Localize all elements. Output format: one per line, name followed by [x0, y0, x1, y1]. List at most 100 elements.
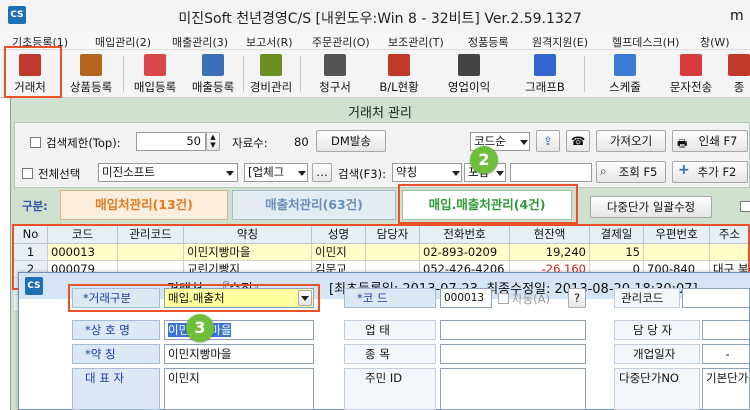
highlight-tab-purchase-sales: [398, 184, 578, 224]
toolbar-label: 상품등록: [69, 80, 113, 94]
client-type-select[interactable]: 매입.매출처: [164, 288, 314, 308]
chevron-down-icon: [298, 171, 306, 176]
auto-code-label: 자동(A): [512, 292, 550, 306]
export-icon[interactable]: ⇪: [536, 130, 560, 152]
toolbar-separator: [123, 56, 124, 92]
company-select[interactable]: 미진소프트: [98, 163, 238, 182]
highlight-toolbar-client: [4, 46, 62, 98]
search-icon: ⌕: [600, 164, 607, 178]
toolbar-more-button[interactable]: 종: [728, 52, 750, 96]
toolbar-label: 청구서: [319, 80, 351, 94]
main-id-input[interactable]: [440, 368, 586, 410]
profit-icon: [458, 54, 480, 76]
search-limit-label: 검색제한(Top):: [46, 136, 121, 150]
dm-send-button[interactable]: DM발송: [316, 130, 386, 152]
toolbar-invoice-button[interactable]: 청구서: [306, 52, 364, 96]
category-label: 구분:: [22, 199, 48, 213]
open-date-input[interactable]: -: [702, 344, 750, 364]
bl-status-icon: [388, 54, 410, 76]
toolbar-bl-button[interactable]: B/L현황: [368, 52, 430, 96]
manager-label: 담 당 자: [614, 320, 700, 340]
toolbar-sales-button[interactable]: 매출등록: [184, 52, 242, 96]
menu-helpdesk[interactable]: 헬프데스크(H): [612, 34, 679, 50]
menu-aux[interactable]: 보조관리(T): [388, 34, 444, 50]
menu-sales[interactable]: 매출관리(3): [172, 34, 228, 50]
code-input[interactable]: 000013: [440, 288, 492, 308]
toolbar-profit-button[interactable]: 영업이익: [438, 52, 500, 96]
menu-window[interactable]: 창(W): [700, 34, 730, 50]
representative-input[interactable]: 이민지: [164, 368, 314, 410]
auto-code-checkbox[interactable]: [498, 293, 509, 304]
mgmt-code-input[interactable]: [682, 288, 750, 308]
print-button-label: 인쇄 F7: [698, 134, 738, 148]
toolbar-graph-button[interactable]: 그래프B: [514, 52, 576, 96]
bar-chart-icon: [534, 54, 556, 76]
printer-icon: 🖶: [677, 137, 688, 150]
toolbar-purchase-button[interactable]: 매입등록: [126, 52, 184, 96]
window-title-tail: m: [730, 8, 744, 24]
select-all-checkbox[interactable]: [22, 168, 33, 179]
tab-sales-clients[interactable]: 매출처관리(63건): [232, 190, 396, 220]
toolbar-separator: [243, 56, 244, 92]
record-count-value: 80: [294, 135, 309, 149]
chevron-down-icon: [452, 171, 460, 176]
chevron-down-icon: [301, 296, 309, 301]
business-type-input[interactable]: [440, 320, 586, 340]
callout-2-badge: 2: [470, 146, 498, 174]
help-button[interactable]: ?: [568, 288, 586, 308]
client-management-title: 거래처 관리: [348, 106, 412, 121]
menu-purchase[interactable]: 매입관리(2): [95, 34, 151, 50]
search-limit-spinner[interactable]: ▲ ▼: [206, 132, 220, 151]
expense-icon: [260, 54, 282, 76]
menu-license[interactable]: 정품등록: [468, 34, 508, 50]
plus-icon: +: [678, 162, 690, 178]
search-f3-label: 검색(F3):: [338, 167, 386, 181]
window-titlebar: CS 미진Soft 천년경영C/S [내윈도우:Win 8 - 32비트] Ve…: [0, 0, 750, 32]
multi-price-no-select[interactable]: 기본단가: [702, 368, 750, 410]
menu-remote[interactable]: 원격지원(E): [532, 34, 588, 50]
calendar-icon: [614, 54, 636, 76]
phone-icon[interactable]: ☎: [566, 130, 590, 152]
toolbar-label: 매입등록: [133, 80, 177, 94]
business-type-label: 업 태: [344, 320, 436, 340]
company-name-label: *상 호 명: [72, 320, 160, 340]
toolbar: 거래처 상품등록 매입등록 매출등록 경비관리 청구서 B/L현황 영업이익 그…: [0, 50, 750, 98]
multi-price-edit-button[interactable]: 다중단가 일괄수정: [590, 196, 712, 218]
manager-input[interactable]: [702, 320, 750, 340]
toolbar-schedule-button[interactable]: 스케줄: [594, 52, 656, 96]
add-button-label: 추가 F2: [697, 165, 737, 179]
menu-bar: 기초등록(1) 매입관리(2) 매출관리(3) 보고서(R) 주문관리(O) 보…: [0, 32, 750, 50]
toolbar-label: 문자전송: [669, 80, 713, 94]
toolbar-label: B/L현황: [379, 80, 419, 94]
alias-input[interactable]: 이민지빵마을: [164, 344, 314, 364]
menu-report[interactable]: 보고서(R): [246, 34, 293, 50]
purchase-doc-icon: [144, 54, 166, 76]
toolbar-sms-button[interactable]: 문자전송: [660, 52, 722, 96]
sales-doc-icon: [202, 54, 224, 76]
window-title: 미진Soft 천년경영C/S [내윈도우:Win 8 - 32비트] Ver.2…: [178, 11, 582, 27]
query-button-label: 조회 F5: [618, 165, 658, 179]
toolbar-label: 영업이익: [447, 80, 491, 94]
fetch-button[interactable]: 가져오기: [596, 130, 666, 152]
select-all-label: 전체선택: [38, 167, 81, 181]
client-type-label: *거래구분: [72, 288, 160, 308]
toolbar-product-button[interactable]: 상품등록: [62, 52, 120, 96]
tab-purchase-clients[interactable]: 매입처관리(13건): [60, 190, 228, 220]
option-checkbox[interactable]: [740, 201, 750, 212]
browse-button[interactable]: …: [312, 163, 332, 182]
toolbar-expense-button[interactable]: 경비관리: [246, 52, 296, 96]
multi-price-no-label: 다중단가NO: [614, 368, 700, 410]
representative-label: 대 표 자: [72, 368, 160, 410]
search-limit-checkbox[interactable]: [30, 137, 41, 148]
toolbar-label: 그래프B: [525, 80, 565, 94]
record-count-label: 자료수:: [232, 136, 268, 150]
toolbar-label: 매출등록: [191, 80, 235, 94]
alias-label: *약 칭: [72, 344, 160, 364]
chevron-down-icon: [226, 171, 234, 176]
search-limit-input[interactable]: 50: [136, 132, 206, 151]
search-keyword-input[interactable]: [510, 163, 592, 182]
dialog-app-icon: CS: [25, 277, 43, 295]
item-input[interactable]: [440, 344, 586, 364]
menu-order[interactable]: 주문관리(O): [312, 34, 370, 50]
toolbar-label: 종: [733, 80, 745, 94]
